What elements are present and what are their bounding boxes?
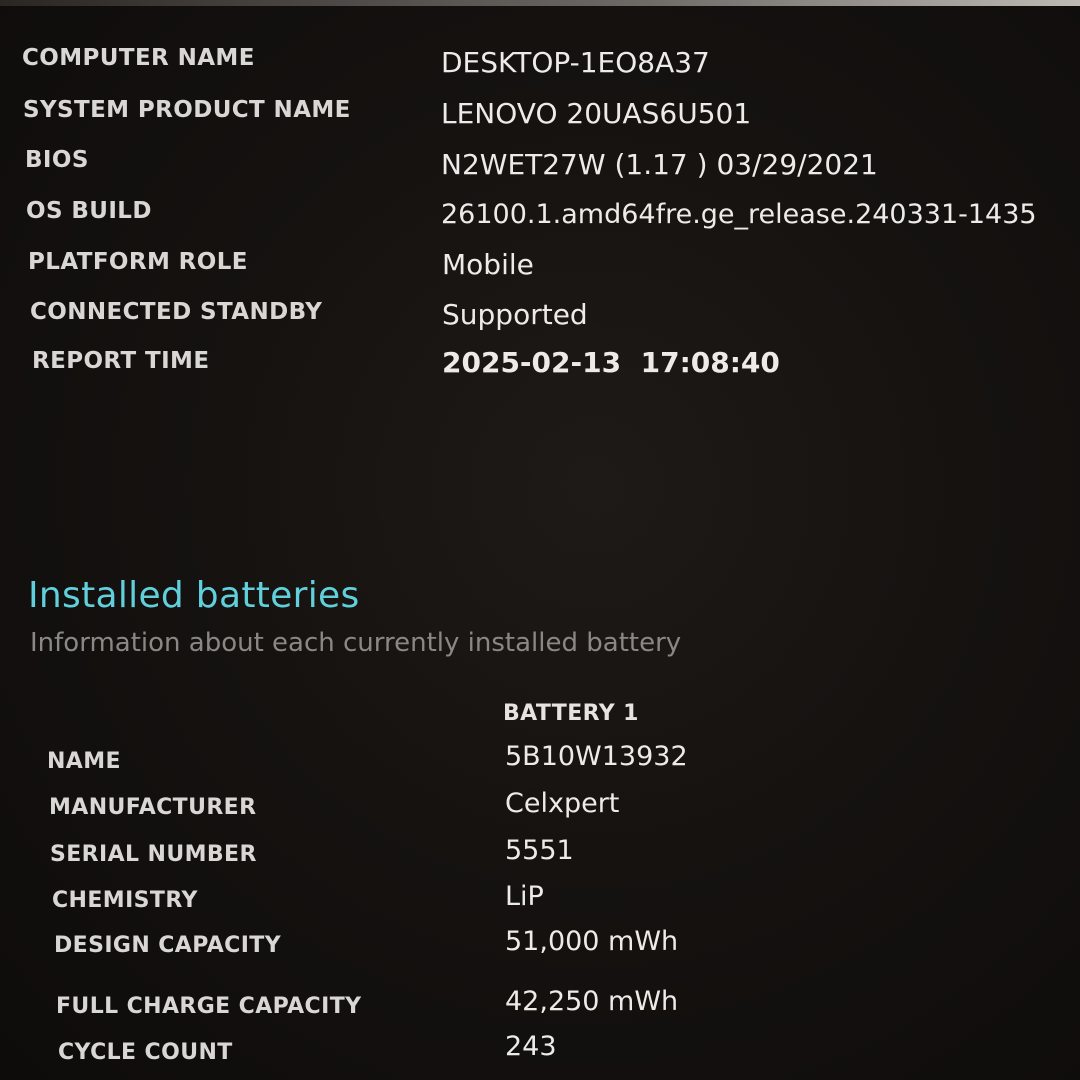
battery-column-header: BATTERY 1 xyxy=(503,701,639,726)
system-info-value-connected-standby: Supported xyxy=(442,298,588,331)
system-info-value-product-name: LENOVO 20UAS6U501 xyxy=(441,97,752,130)
system-info-label-connected-standby: CONNECTED STANDBY xyxy=(30,299,323,325)
system-info-value-computer-name: DESKTOP-1EO8A37 xyxy=(441,46,710,79)
battery-value-name: 5B10W13932 xyxy=(505,741,688,772)
battery-value-manufacturer: Celxpert xyxy=(505,788,620,819)
battery-report: COMPUTER NAME DESKTOP-1EO8A37 SYSTEM PRO… xyxy=(0,0,1080,1080)
system-info-value-os-build: 26100.1.amd64fre.ge_release.240331-1435 xyxy=(441,199,1037,230)
battery-label-name: NAME xyxy=(47,749,121,774)
battery-label-serial-number: SERIAL NUMBER xyxy=(50,842,257,867)
installed-batteries-subtitle: Information about each currently install… xyxy=(30,628,682,658)
system-info-value-bios: N2WET27W (1.17 ) 03/29/2021 xyxy=(441,148,878,181)
battery-value-design-capacity: 51,000 mWh xyxy=(505,926,679,957)
installed-batteries-heading: Installed batteries xyxy=(28,575,360,616)
battery-label-cycle-count: CYCLE COUNT xyxy=(58,1040,233,1065)
battery-value-full-charge-capacity: 42,250 mWh xyxy=(505,986,679,1017)
system-info-label-os-build: OS BUILD xyxy=(26,198,152,224)
system-info-label-bios: BIOS xyxy=(25,147,89,173)
battery-label-full-charge-capacity: FULL CHARGE CAPACITY xyxy=(56,994,362,1019)
battery-value-serial-number: 5551 xyxy=(505,835,574,866)
system-info-value-platform-role: Mobile xyxy=(442,248,534,281)
system-info-label-computer-name: COMPUTER NAME xyxy=(22,45,255,71)
system-info-value-report-time: 2025-02-13 17:08:40 xyxy=(442,346,780,379)
battery-label-manufacturer: MANUFACTURER xyxy=(49,795,257,820)
battery-value-cycle-count: 243 xyxy=(505,1031,557,1062)
battery-label-design-capacity: DESIGN CAPACITY xyxy=(54,933,282,958)
battery-label-chemistry: CHEMISTRY xyxy=(52,888,198,913)
battery-value-chemistry: LiP xyxy=(505,881,544,912)
system-info-label-platform-role: PLATFORM ROLE xyxy=(28,249,248,275)
system-info-label-product-name: SYSTEM PRODUCT NAME xyxy=(23,97,351,123)
system-info-label-report-time: REPORT TIME xyxy=(32,348,210,374)
